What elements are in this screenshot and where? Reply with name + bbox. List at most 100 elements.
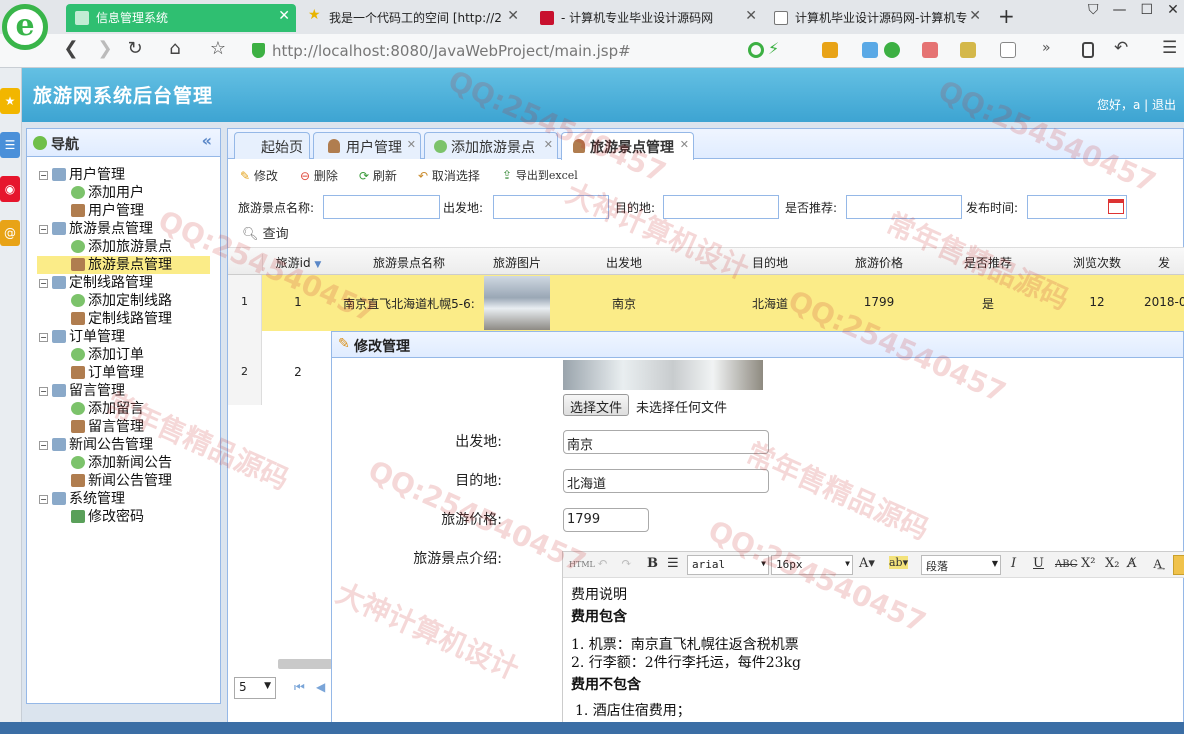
date-filter-input[interactable] — [1027, 195, 1127, 219]
prev-page-icon[interactable]: ◀ — [316, 680, 325, 694]
collapse-toggle-icon[interactable]: − — [39, 387, 48, 396]
delete-button[interactable]: ⊖ 删除 — [300, 167, 338, 184]
page-size-select[interactable]: 5 ▼ — [234, 677, 276, 699]
nav-item[interactable]: 修改密码 — [71, 508, 144, 526]
calendar-icon[interactable] — [1108, 199, 1124, 214]
first-page-icon[interactable]: ⏮ — [294, 680, 305, 695]
undo-icon[interactable]: ↶ — [597, 556, 608, 571]
back-icon[interactable]: ❮ — [58, 38, 84, 59]
pdf-icon[interactable] — [922, 42, 938, 58]
nav-group[interactable]: − 新闻公告管理 — [39, 436, 153, 454]
close-icon[interactable]: ✕ — [544, 138, 553, 151]
close-icon[interactable]: ✕ — [278, 8, 290, 24]
html-source-icon[interactable]: HTML — [569, 560, 595, 569]
nav-item[interactable]: 新闻公告管理 — [71, 472, 172, 490]
nav-group[interactable]: − 定制线路管理 — [39, 274, 153, 292]
game-icon[interactable] — [1000, 42, 1016, 58]
col-to[interactable]: 目的地 — [698, 254, 842, 271]
export-excel-button[interactable]: ⇪ 导出到excel — [502, 167, 578, 183]
mobile-icon[interactable] — [1082, 42, 1094, 58]
close-icon[interactable]: ✕ — [680, 138, 689, 151]
italic-icon[interactable]: I — [1011, 556, 1016, 571]
close-icon[interactable]: ✕ — [745, 8, 757, 24]
editor-content[interactable]: 费用说明 费用包含 1. 机票：南京直飞札幌往返含税机票 2. 行李额：2件行李… — [563, 578, 1184, 728]
case-icon[interactable]: A͢ — [1153, 556, 1162, 572]
weibo-icon[interactable]: ◉ — [0, 176, 20, 202]
nav-item[interactable]: 添加新闻公告 — [71, 454, 172, 472]
nav-item[interactable]: 添加旅游景点 — [71, 238, 172, 256]
refresh-icon[interactable]: ↻ — [122, 38, 148, 59]
nav-group[interactable]: − 系统管理 — [39, 490, 125, 508]
browser-tab-3[interactable]: - 计算机专业毕业设计源码网 ✕ — [531, 4, 763, 32]
col-views[interactable]: 浏览次数 — [1060, 254, 1134, 271]
nav-item[interactable]: 用户管理 — [71, 202, 144, 220]
col-price[interactable]: 旅游价格 — [842, 254, 916, 271]
recommend-filter-input[interactable] — [846, 195, 962, 219]
browser-tab-2[interactable]: ★ 我是一个代码工的空间 [http://2 ✕ — [299, 4, 525, 32]
rich-text-editor[interactable]: HTML ↶ ↷ B ☰ arial ▼ 16px ▼ A▾ ab▾ 段落 ▼ I U… — [562, 551, 1184, 734]
collapse-toggle-icon[interactable]: − — [39, 171, 48, 180]
from-filter-input[interactable] — [493, 195, 609, 219]
from-input[interactable]: 南京 — [563, 430, 769, 454]
clear-format-icon[interactable]: A̸ — [1127, 556, 1136, 571]
close-window-icon[interactable]: ✕ — [1167, 2, 1184, 18]
col-date[interactable]: 发 — [1134, 254, 1184, 271]
highlight-icon[interactable]: ab▾ — [889, 556, 909, 569]
nav-group[interactable]: − 用户管理 — [39, 166, 125, 184]
browser-tab-4[interactable]: 计算机毕业设计源码网-计算机专 ✕ — [765, 4, 987, 32]
strikethrough-icon[interactable]: ABC — [1055, 559, 1077, 570]
close-icon[interactable]: ✕ — [407, 138, 416, 151]
nav-item[interactable]: 添加定制线路 — [71, 292, 172, 310]
format-icon[interactable]: ☰ — [667, 556, 679, 571]
collapse-toggle-icon[interactable]: − — [39, 333, 48, 342]
unselect-button[interactable]: ↶ 取消选择 — [418, 167, 480, 184]
tab-spot-manage[interactable]: 旅游景点管理 ✕ — [561, 132, 694, 160]
col-name[interactable]: 旅游景点名称 — [334, 254, 484, 271]
horizontal-scrollbar[interactable] — [278, 659, 332, 669]
to-input[interactable]: 北海道 — [563, 469, 769, 493]
forward-icon[interactable]: ❯ — [92, 38, 118, 59]
paragraph-select[interactable]: 段落 ▼ — [921, 555, 1001, 575]
col-id[interactable]: 旅游id ▼ — [262, 254, 334, 271]
to-filter-input[interactable] — [663, 195, 779, 219]
font-color-icon[interactable]: A▾ — [859, 556, 875, 571]
translate-icon[interactable] — [884, 42, 900, 58]
nav-group[interactable]: − 留言管理 — [39, 382, 125, 400]
font-family-select[interactable]: arial ▼ — [687, 555, 769, 575]
align-icon[interactable] — [1173, 555, 1184, 575]
edit-button[interactable]: ✎ 修改 — [240, 167, 278, 184]
table-row[interactable]: 1 南京直飞北海道札幌5-6: 南京 北海道 1799 是 12 2018-0 — [262, 275, 1184, 331]
name-filter-input[interactable] — [323, 195, 440, 219]
lightning-icon[interactable]: ⚡ — [768, 39, 779, 58]
underline-icon[interactable]: U — [1033, 556, 1044, 571]
nav-group[interactable]: − 旅游景点管理 — [39, 220, 153, 238]
refresh-button[interactable]: ⟳ 刷新 — [359, 167, 397, 184]
maximize-icon[interactable]: ☐ — [1141, 2, 1168, 18]
screenshot-icon[interactable] — [960, 42, 976, 58]
font-size-select[interactable]: 16px ▼ — [771, 555, 853, 575]
reader-icon[interactable] — [862, 42, 878, 58]
col-recommend[interactable]: 是否推荐 — [916, 254, 1060, 271]
nav-item[interactable]: 旅游景点管理 — [37, 256, 210, 274]
apps-icon[interactable] — [822, 42, 838, 58]
close-icon[interactable]: ✕ — [507, 8, 519, 24]
bold-icon[interactable]: B — [647, 556, 658, 571]
redo-icon[interactable]: ↷ — [621, 556, 632, 571]
subscript-icon[interactable]: X₂ — [1105, 556, 1119, 571]
more-extensions-icon[interactable]: » — [1042, 40, 1051, 56]
minimize-icon[interactable]: — — [1113, 2, 1141, 18]
nav-item[interactable]: 添加留言 — [71, 400, 144, 418]
address-bar[interactable]: http://localhost:8080/JavaWebProject/mai… — [246, 38, 756, 64]
tab-add-spot[interactable]: 添加旅游景点 ✕ — [424, 132, 558, 159]
mail-icon[interactable]: @ — [0, 220, 20, 246]
nav-item[interactable]: 添加订单 — [71, 346, 144, 364]
nav-group[interactable]: − 订单管理 — [39, 328, 125, 346]
price-input[interactable]: 1799 — [563, 508, 649, 532]
tab-home[interactable]: 起始页 — [234, 132, 310, 159]
col-image[interactable]: 旅游图片 — [484, 254, 550, 271]
home-icon[interactable]: ⌂ — [162, 38, 188, 59]
col-from[interactable]: 出发地 — [550, 254, 698, 271]
close-icon[interactable]: ✕ — [969, 8, 981, 24]
reader-list-icon[interactable]: ☰ — [0, 132, 20, 158]
menu-icon[interactable]: ☰ — [1162, 38, 1177, 58]
